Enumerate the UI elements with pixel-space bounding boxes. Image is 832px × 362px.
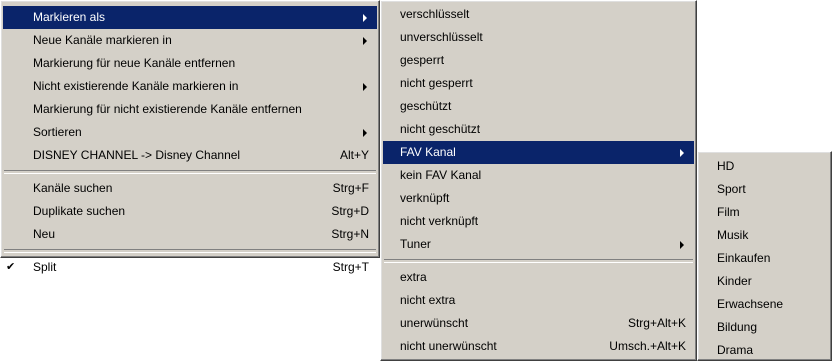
check-mark-icon: ✔	[6, 261, 16, 273]
menu-item-shortcut: Strg+Alt+K	[627, 316, 686, 330]
menu-item-label: Markierung für neue Kanäle entfernen	[33, 56, 236, 70]
menu-item-verknuepft[interactable]: verknüpft	[383, 187, 694, 210]
menu-item-disney-rename[interactable]: DISNEY CHANNEL -> Disney Channel Alt+Y	[3, 144, 377, 167]
menu-item-label: Film	[717, 205, 740, 219]
menu-item-label: Duplikate suchen	[33, 204, 126, 218]
submenu-arrow-icon	[680, 149, 684, 157]
menu-item-label: Kinder	[717, 274, 752, 288]
submenu-fav-kanal: HD Sport Film Musik Einkaufen Kinder Erw…	[697, 151, 832, 361]
context-menu: Markieren als Neue Kanäle markieren in M…	[0, 0, 380, 274]
menu-item-fav-hd[interactable]: HD	[700, 155, 829, 178]
menu-separator	[4, 170, 376, 174]
menu-item-fav-kinder[interactable]: Kinder	[700, 270, 829, 293]
menu-item-fav-musik[interactable]: Musik	[700, 224, 829, 247]
menu-item-label: nicht extra	[400, 293, 456, 307]
menu-item-label: Split	[33, 260, 57, 274]
menu-item-neu[interactable]: Neu Strg+N	[3, 223, 377, 246]
menu-item-label: Markierung für nicht existierende Kanäle…	[33, 102, 302, 116]
menu-item-label: Sortieren	[33, 125, 82, 139]
menu-item-nicht-geschuetzt[interactable]: nicht geschützt	[383, 118, 694, 141]
menu-item-label: FAV Kanal	[400, 145, 456, 159]
menu-item-label: nicht verknüpft	[400, 214, 479, 228]
menu-item-label: nicht geschützt	[400, 122, 481, 136]
menu-item-fav-einkaufen[interactable]: Einkaufen	[700, 247, 829, 270]
menu-item-label: unverschlüsselt	[400, 30, 483, 44]
menu-item-nicht-gesperrt[interactable]: nicht gesperrt	[383, 72, 694, 95]
menu-item-tuner[interactable]: Tuner	[383, 233, 694, 256]
menu-item-label: DISNEY CHANNEL -> Disney Channel	[33, 148, 241, 162]
menu-item-fav-film[interactable]: Film	[700, 201, 829, 224]
menu-item-label: Neu	[33, 227, 56, 241]
submenu-arrow-icon	[363, 83, 367, 91]
menu-item-label: Bildung	[717, 320, 758, 334]
menu-item-label: extra	[400, 270, 427, 284]
menu-item-shortcut: Strg+D	[331, 204, 369, 218]
menu-item-shortcut: Strg+N	[331, 227, 369, 241]
menu-item-neue-kanaele-markieren[interactable]: Neue Kanäle markieren in	[3, 29, 377, 52]
menu-item-nicht-unerwuenscht[interactable]: nicht unerwünscht Umsch.+Alt+K	[383, 335, 694, 358]
menu-item-label: kein FAV Kanal	[400, 168, 482, 182]
menu-item-unerwuenscht[interactable]: unerwünscht Strg+Alt+K	[383, 312, 694, 335]
menu-item-kanaele-suchen[interactable]: Kanäle suchen Strg+F	[3, 177, 377, 200]
menu-item-label: verknüpft	[400, 191, 450, 205]
menu-item-shortcut: Alt+Y	[339, 148, 369, 162]
menu-item-label: geschützt	[400, 99, 452, 113]
menu-item-split[interactable]: ✔ Split Strg+T	[3, 256, 377, 279]
menu-item-label: Sport	[717, 182, 746, 196]
menu-item-label: Neue Kanäle markieren in	[33, 33, 172, 47]
menu-item-label: HD	[717, 159, 735, 173]
menu-item-fav-sport[interactable]: Sport	[700, 178, 829, 201]
submenu-arrow-icon	[363, 37, 367, 45]
menu-item-label: gesperrt	[400, 53, 445, 67]
menu-item-label: Markieren als	[33, 10, 106, 24]
menu-item-shortcut: Umsch.+Alt+K	[609, 339, 686, 353]
submenu-arrow-icon	[680, 241, 684, 249]
menu-item-gesperrt[interactable]: gesperrt	[383, 49, 694, 72]
menu-item-label: Erwachsene	[717, 297, 784, 311]
menu-item-shortcut: Strg+T	[332, 260, 369, 274]
menu-item-label: Drama	[717, 343, 754, 357]
menu-item-geschuetzt[interactable]: geschützt	[383, 95, 694, 118]
submenu-markieren-als: verschlüsselt unverschlüsselt gesperrt n…	[380, 0, 697, 361]
menu-item-markieren-als[interactable]: Markieren als	[3, 6, 377, 29]
menu-item-verschluesselt[interactable]: verschlüsselt	[383, 3, 694, 26]
menu-item-label: Tuner	[400, 237, 431, 251]
menu-item-nicht-existierende-markieren[interactable]: Nicht existierende Kanäle markieren in	[3, 75, 377, 98]
menu-item-label: Musik	[717, 228, 749, 242]
menu-item-nicht-extra[interactable]: nicht extra	[383, 289, 694, 312]
menu-item-label: Kanäle suchen	[33, 181, 113, 195]
submenu-arrow-icon	[363, 14, 367, 22]
menu-item-label: nicht gesperrt	[400, 76, 473, 90]
menu-item-kein-fav-kanal[interactable]: kein FAV Kanal	[383, 164, 694, 187]
menu-item-shortcut: Strg+F	[332, 181, 369, 195]
menu-item-label: verschlüsselt	[400, 7, 470, 21]
menu-item-label: Einkaufen	[717, 251, 771, 265]
menu-separator	[4, 249, 376, 253]
menu-item-markierung-neue-entfernen[interactable]: Markierung für neue Kanäle entfernen	[3, 52, 377, 75]
menu-item-fav-drama[interactable]: Drama	[700, 339, 829, 362]
menu-item-label: nicht unerwünscht	[400, 339, 497, 353]
menu-item-markierung-nicht-existierende-entfernen[interactable]: Markierung für nicht existierende Kanäle…	[3, 98, 377, 121]
menu-item-label: unerwünscht	[400, 316, 469, 330]
menu-item-label: Nicht existierende Kanäle markieren in	[33, 79, 239, 93]
submenu-arrow-icon	[363, 129, 367, 137]
menu-separator	[384, 259, 693, 263]
menu-item-duplikate-suchen[interactable]: Duplikate suchen Strg+D	[3, 200, 377, 223]
menu-item-fav-bildung[interactable]: Bildung	[700, 316, 829, 339]
menu-item-unverschluesselt[interactable]: unverschlüsselt	[383, 26, 694, 49]
menu-item-sortieren[interactable]: Sortieren	[3, 121, 377, 144]
menu-item-fav-erwachsene[interactable]: Erwachsene	[700, 293, 829, 316]
menu-item-nicht-verknuepft[interactable]: nicht verknüpft	[383, 210, 694, 233]
menu-item-extra[interactable]: extra	[383, 266, 694, 289]
menu-item-fav-kanal[interactable]: FAV Kanal	[383, 141, 694, 164]
